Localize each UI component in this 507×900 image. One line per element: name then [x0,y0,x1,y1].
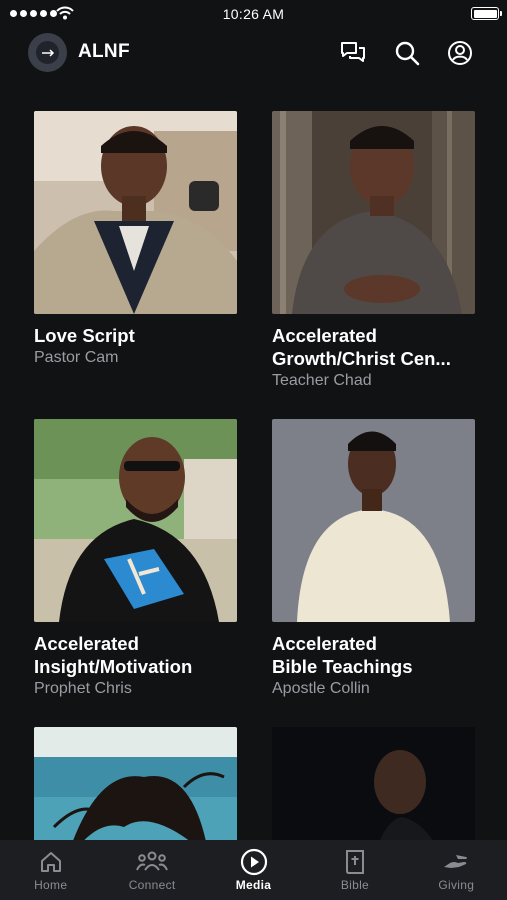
people-icon [136,848,169,876]
card-thumbnail [34,727,237,841]
tab-label: Connect [128,878,176,892]
card-title-line2: Insight/Motivation [34,656,193,677]
tab-home[interactable]: Home [0,840,101,900]
card-thumbnail [34,419,237,622]
battery-icon [471,7,502,20]
media-card[interactable] [34,727,237,841]
status-time: 10:26 AM [222,6,285,22]
tab-connect[interactable]: Connect [101,840,202,900]
card-thumbnail [272,111,475,314]
bible-icon [344,848,366,876]
media-card[interactable]: Accelerated Insight/Motivation Prophet C… [34,419,237,700]
tab-bible[interactable]: Bible [304,840,405,900]
card-title: Accelerated [272,325,377,346]
status-bar: 10:26 AM [0,0,507,28]
card-title: Love Script [34,325,135,346]
user-circle-icon [448,41,472,65]
app-logo[interactable] [28,33,67,72]
search-button[interactable] [392,38,422,68]
giving-hand-icon [442,848,470,876]
profile-button[interactable] [445,38,475,68]
media-card[interactable]: Love Script Pastor Cam [34,111,237,369]
tab-label: Home [34,878,68,892]
bottom-tab-bar: Home Connect Media Bible Giving [0,840,507,900]
card-title: Accelerated [272,633,377,654]
card-subtitle: Apostle Collin [272,680,370,697]
media-card[interactable] [272,727,475,841]
tab-giving[interactable]: Giving [406,840,507,900]
card-title: Accelerated [34,633,139,654]
tab-media[interactable]: Media [203,840,304,900]
media-grid: Love Script Pastor Cam Accelerated Growt… [0,111,507,841]
tab-label: Media [235,878,272,892]
chat-bubbles-icon [341,42,365,62]
home-icon [39,848,63,876]
play-circle-icon [240,848,268,876]
tab-label: Bible [340,878,370,892]
tab-label: Giving [438,878,475,892]
media-card[interactable]: Accelerated Growth/Christ Cen... Teacher… [272,111,475,392]
search-icon [395,41,420,66]
card-thumbnail [272,419,475,622]
app-header: ALNF [0,30,507,76]
card-subtitle: Prophet Chris [34,680,132,697]
media-card[interactable]: Accelerated Bible Teachings Apostle Coll… [272,419,475,700]
card-thumbnail [272,727,475,841]
card-subtitle: Pastor Cam [34,349,119,366]
app-title: ALNF [78,41,130,62]
messages-button[interactable] [338,38,368,68]
card-subtitle: Teacher Chad [272,372,372,389]
card-title-line2: Growth/Christ Cen... [272,348,451,369]
card-thumbnail [34,111,237,314]
card-title-line2: Bible Teachings [272,656,413,677]
logo-arrow-icon [41,48,54,57]
